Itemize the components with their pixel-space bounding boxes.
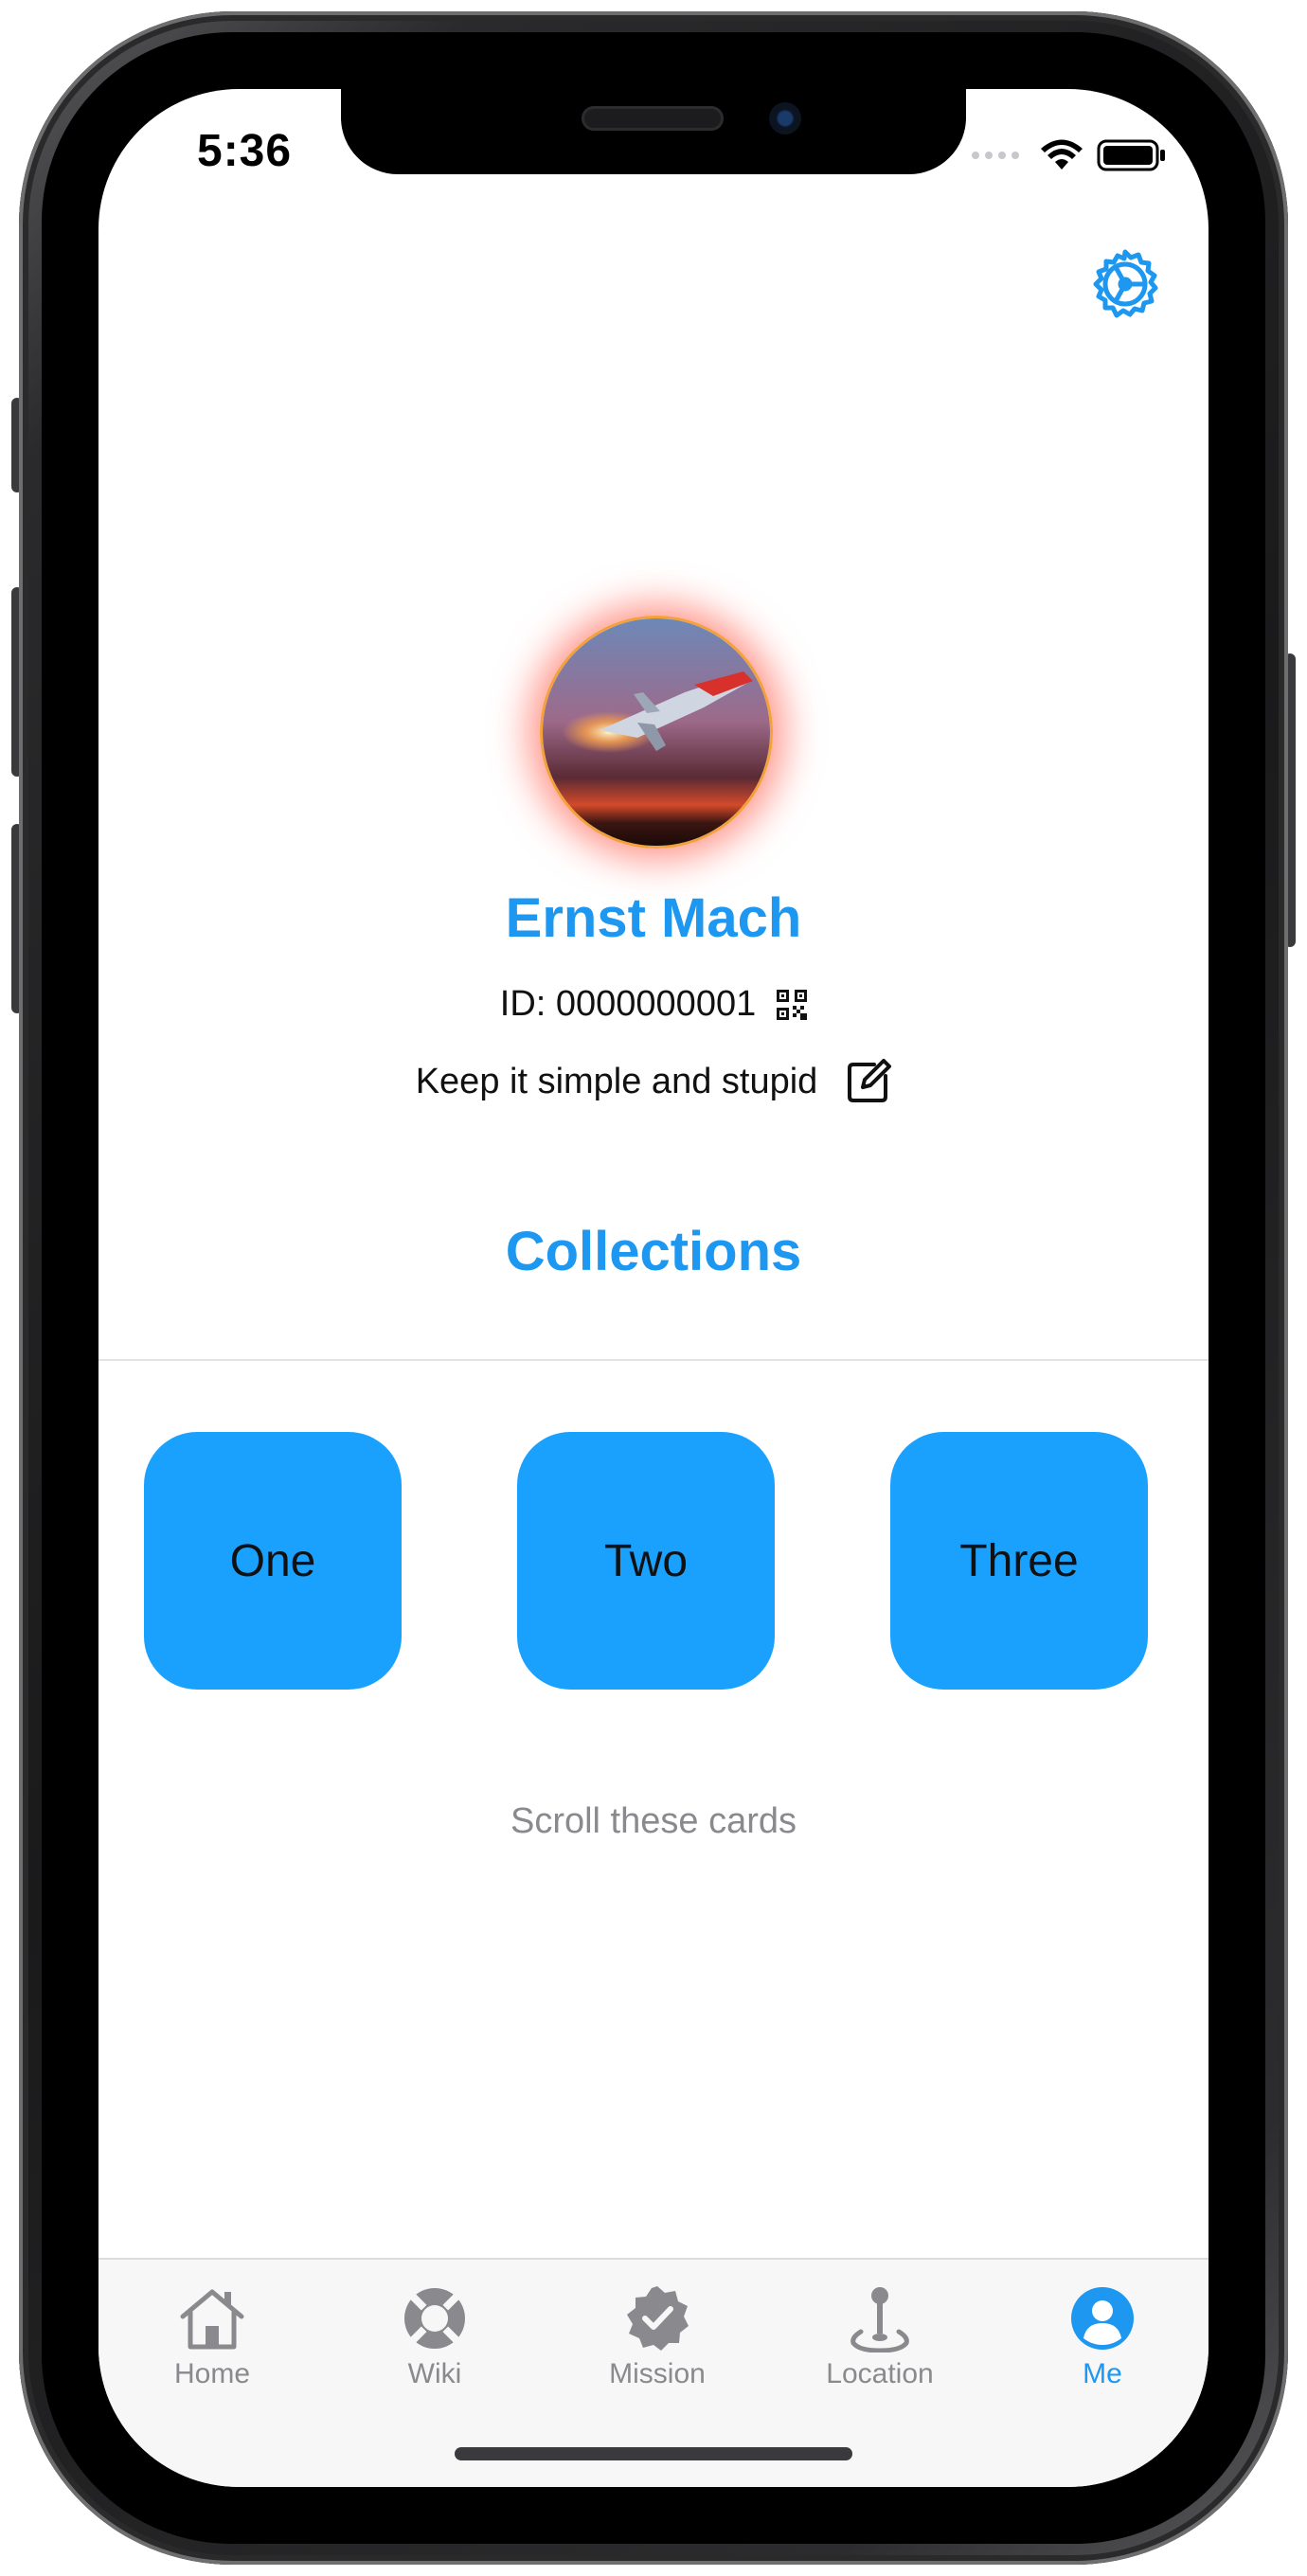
motto-text: Keep it simple and stupid — [415, 1061, 818, 1101]
profile-name: Ernst Mach — [505, 887, 802, 949]
tab-location-label: Location — [826, 2358, 934, 2389]
tab-me[interactable]: Me — [1008, 2282, 1197, 2424]
collections-carousel[interactable]: One Two Three — [144, 1432, 1163, 1690]
signal-dots-icon — [972, 152, 1019, 159]
notch — [341, 89, 966, 174]
edit-motto-button[interactable] — [846, 1059, 892, 1104]
joystick-icon — [850, 2287, 909, 2352]
settings-button[interactable] — [1087, 246, 1163, 322]
front-camera — [769, 102, 801, 134]
edit-icon — [848, 1059, 892, 1102]
user-id-row: ID: 0000000001 — [98, 984, 1209, 1025]
status-icons — [972, 136, 1167, 174]
qr-code-button[interactable] — [777, 989, 808, 1020]
earpiece-speaker — [582, 106, 724, 131]
tab-mission-label: Mission — [609, 2358, 706, 2389]
collection-card-two[interactable]: Two — [517, 1432, 775, 1690]
qr-code-icon — [777, 989, 808, 1020]
avatar-image — [543, 618, 770, 846]
tab-home-label: Home — [173, 2358, 251, 2389]
app-stage: 5:36 Ernst Mach ID: 0000000001 Keep it s… — [0, 0, 1307, 2576]
battery-icon — [1097, 139, 1165, 171]
collections-title: Collections — [505, 1221, 802, 1282]
tab-wiki[interactable]: Wiki — [340, 2282, 529, 2424]
section-divider — [98, 1359, 1209, 1361]
user-id-text: ID: 0000000001 — [499, 984, 757, 1024]
screen: 5:36 Ernst Mach ID: 0000000001 Keep it s… — [98, 89, 1209, 2487]
tab-wiki-label: Wiki — [407, 2358, 462, 2389]
scroll-hint: Scroll these cards — [510, 1801, 797, 1841]
avatar[interactable] — [540, 616, 773, 849]
motto-row: Keep it simple and stupid — [98, 1059, 1209, 1104]
lifebuoy-icon — [404, 2288, 465, 2349]
wifi-icon — [1041, 139, 1083, 170]
checkmark-seal-icon — [627, 2286, 689, 2351]
collection-card-three[interactable]: Three — [890, 1432, 1148, 1690]
tab-home[interactable]: Home — [117, 2282, 307, 2424]
tab-location[interactable]: Location — [785, 2282, 975, 2424]
tab-me-label: Me — [1083, 2358, 1122, 2389]
gear-icon — [1093, 249, 1158, 318]
status-time: 5:36 — [197, 126, 293, 176]
house-icon — [180, 2289, 244, 2350]
home-indicator[interactable] — [455, 2447, 852, 2460]
person-circle-icon — [1071, 2287, 1134, 2350]
tab-mission[interactable]: Mission — [563, 2282, 752, 2424]
collection-card-one[interactable]: One — [144, 1432, 402, 1690]
